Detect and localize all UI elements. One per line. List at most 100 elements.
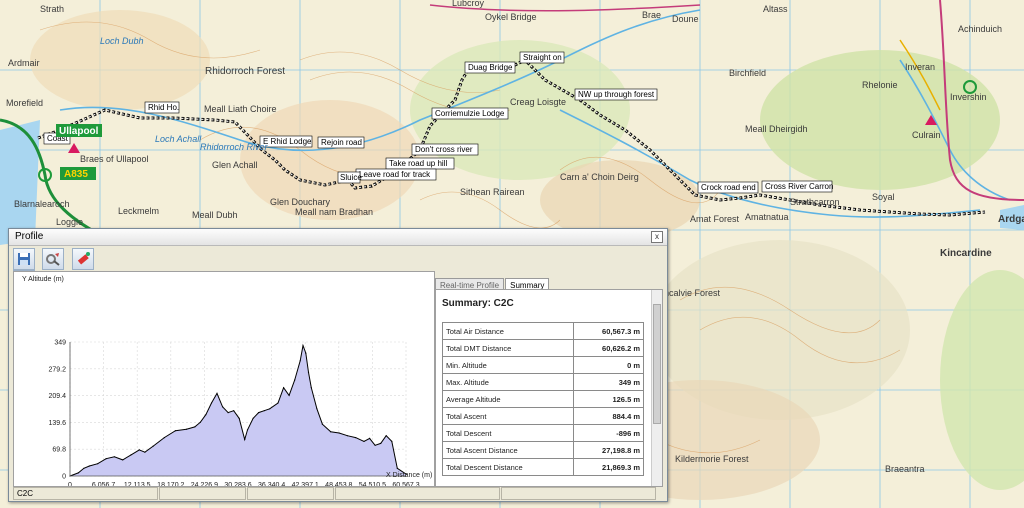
summary-label: Average Altitude — [442, 390, 574, 408]
svg-text:NW up through forest: NW up through forest — [578, 90, 655, 99]
elevation-point — [138, 449, 140, 451]
waypoint-duag-bridge[interactable]: Duag Bridge — [464, 61, 516, 74]
summary-value: 21,869.3 m — [572, 458, 645, 476]
summary-scrollbar[interactable] — [651, 290, 662, 486]
x-tick-label: 36,340.4 — [258, 482, 285, 486]
svg-text:Kincardine: Kincardine — [940, 248, 992, 259]
x-tick-label: 12,113.5 — [124, 482, 151, 486]
svg-text:Brae: Brae — [642, 10, 661, 20]
elevation-point — [288, 394, 290, 396]
waypoint-cross-river-carron[interactable]: Cross River Carron — [761, 180, 833, 193]
svg-text:Crock road end: Crock road end — [701, 183, 756, 192]
elevation-point — [205, 414, 207, 416]
svg-text:Corriemulzie Lodge: Corriemulzie Lodge — [435, 109, 505, 118]
waypoint-straight-on[interactable]: Straight on — [519, 51, 565, 64]
svg-text:A835: A835 — [64, 169, 88, 180]
elevation-point — [88, 465, 90, 467]
summary-label: Total Air Distance — [442, 322, 574, 340]
waypoint-rejoin-road[interactable]: Rejoin road — [317, 136, 365, 149]
summary-panel: Summary: C2C Total Air Distance 60,567.3 … — [435, 289, 663, 487]
elevation-point — [246, 429, 249, 431]
x-tick-label: 24,226.9 — [191, 482, 218, 486]
marker-button[interactable] — [71, 248, 94, 270]
summary-row: Total Descent Distance 21,869.3 m — [442, 458, 645, 476]
waypoint-e-rhid-lodge[interactable]: E Rhid Lodge — [259, 135, 313, 148]
svg-text:Birchfield: Birchfield — [729, 68, 766, 78]
x-tick-label: 48,453.8 — [325, 482, 352, 486]
waypoint-rhid-ho[interactable]: Rhid Ho. — [144, 101, 180, 114]
svg-text:Strath: Strath — [40, 4, 64, 14]
summary-label: Total Descent Distance — [442, 458, 574, 476]
summary-label: Total Ascent — [442, 407, 574, 425]
summary-value: 60,567.3 m — [572, 322, 645, 340]
scroll-thumb[interactable] — [653, 304, 661, 424]
elevation-point — [310, 387, 312, 389]
x-tick-label: 42,397.1 — [292, 482, 319, 486]
svg-text:Take road up hill: Take road up hill — [389, 159, 447, 168]
summary-value: 126.5 m — [572, 390, 645, 408]
summary-label: Max. Altitude — [442, 373, 574, 391]
elevation-point — [294, 379, 296, 381]
status-cell — [247, 487, 334, 500]
summary-value: 349 m — [572, 373, 645, 391]
y-tick-label: 279.2 — [48, 366, 66, 373]
elevation-point — [277, 402, 279, 404]
svg-text:Oykel Bridge: Oykel Bridge — [485, 12, 537, 22]
svg-text:Sithean Rairean: Sithean Rairean — [460, 187, 525, 197]
elevation-point — [302, 344, 304, 347]
waypoint-leave-road[interactable]: Leave road for track — [355, 168, 437, 181]
close-button[interactable]: x — [651, 231, 663, 243]
svg-text:Doune: Doune — [672, 14, 699, 24]
summary-label: Total Ascent Distance — [442, 441, 574, 459]
elevation-point — [152, 445, 154, 447]
elevation-point — [216, 392, 218, 394]
x-axis-label: X Distance (m) — [386, 472, 433, 479]
svg-text:Rejoin road: Rejoin road — [321, 138, 362, 147]
close-icon: x — [655, 232, 659, 241]
svg-text:Kildermorie Forest: Kildermorie Forest — [675, 454, 749, 464]
elevation-point — [330, 431, 332, 433]
x-tick-label: 0 — [68, 482, 72, 486]
waypoint-take-road-up-hill[interactable]: Take road up hill — [385, 157, 455, 170]
elevation-point — [185, 428, 188, 430]
elevation-point — [97, 463, 99, 465]
svg-text:Sluice: Sluice — [340, 173, 362, 182]
elevation-point — [77, 472, 79, 474]
y-tick-label: 69.8 — [52, 447, 66, 454]
elevation-point — [227, 412, 229, 414]
y-tick-label: 0 — [62, 474, 66, 481]
svg-text:Braes of Ullapool: Braes of Ullapool — [80, 154, 149, 164]
y-axis-label: Y Altitude (m) — [22, 276, 64, 283]
elevation-point — [233, 410, 235, 412]
svg-text:Rhelonie: Rhelonie — [862, 80, 898, 90]
svg-text:Altass: Altass — [763, 4, 788, 14]
svg-text:Glen Achall: Glen Achall — [212, 160, 258, 170]
elevation-point — [396, 467, 398, 469]
elevation-point — [385, 435, 387, 437]
settings-button[interactable] — [42, 248, 65, 270]
elevation-point — [210, 402, 213, 404]
waypoint-corriemulzie-lodge[interactable]: Corriemulzie Lodge — [431, 107, 509, 120]
elevation-point — [316, 408, 318, 410]
status-bar: C2C — [13, 487, 663, 500]
summary-row: Min. Altitude 0 m — [442, 356, 645, 374]
svg-text:Loch Achall: Loch Achall — [155, 134, 202, 144]
svg-text:Rhidorroch Forest: Rhidorroch Forest — [205, 66, 285, 77]
waypoint-crock-road-end[interactable]: Crock road end — [697, 181, 759, 194]
profile-title-bar[interactable]: Profile x — [9, 229, 667, 246]
elevation-point — [321, 423, 323, 425]
elevation-point — [380, 442, 382, 444]
waypoint-dont-cross-river[interactable]: Don't cross river — [411, 143, 479, 156]
waypoint-nw-up-forest[interactable]: NW up through forest — [574, 88, 658, 101]
elevation-point — [122, 459, 124, 461]
svg-text:Braeantra: Braeantra — [885, 464, 925, 474]
summary-row: Total Ascent 884.4 m — [442, 407, 645, 425]
elevation-point — [374, 444, 376, 446]
summary-row: Total Air Distance 60,567.3 m — [442, 322, 645, 340]
save-button[interactable] — [13, 248, 35, 270]
svg-text:E Rhid Lodge: E Rhid Lodge — [263, 137, 312, 146]
profile-chart[interactable]: Y Altitude (m) X Distance (m) 0 69.8 139.6… — [13, 271, 435, 489]
profile-window[interactable]: Profile x Y Altitude (m) X Distance (m) … — [8, 228, 668, 502]
elevation-point — [363, 440, 365, 442]
waypoint-sluice[interactable]: Sluice — [337, 171, 362, 184]
